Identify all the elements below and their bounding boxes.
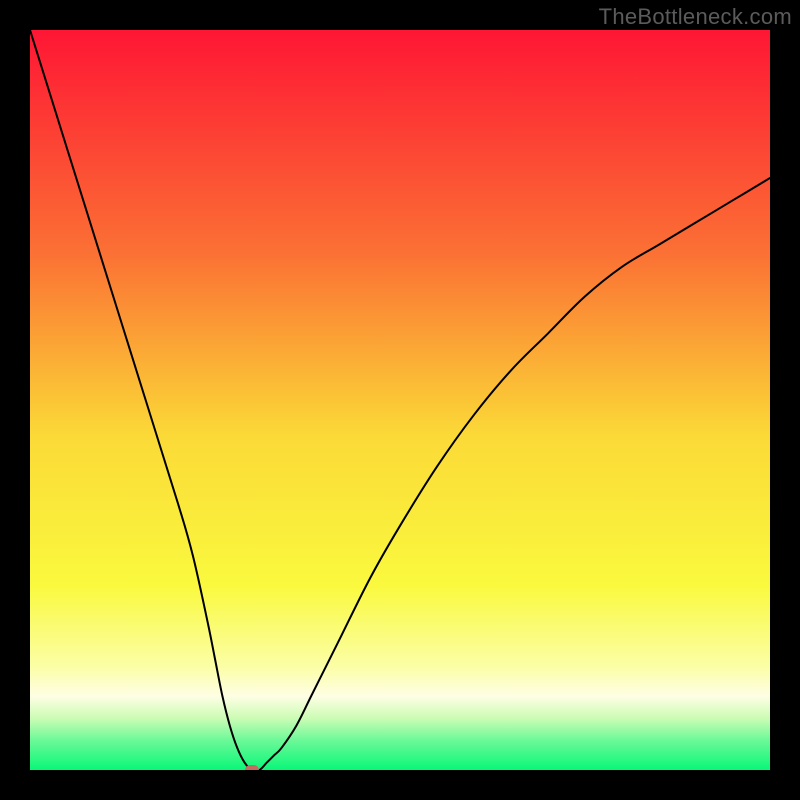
- watermark-text: TheBottleneck.com: [599, 4, 792, 30]
- curve-layer: [30, 30, 770, 770]
- chart-frame: TheBottleneck.com: [0, 0, 800, 800]
- bottleneck-curve: [30, 30, 770, 770]
- min-marker: [245, 765, 259, 770]
- plot-area: [30, 30, 770, 770]
